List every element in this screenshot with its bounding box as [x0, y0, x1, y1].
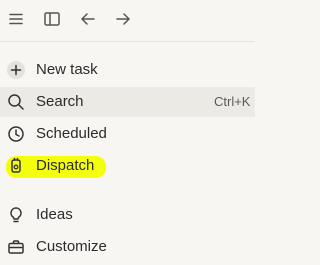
nav-item-dispatch[interactable]: Dispatch [0, 151, 255, 181]
sidebar-panel: New task Search Ctrl+K Scheduled Dispatc… [0, 0, 255, 265]
lightbulb-icon [6, 205, 26, 225]
toolbar-divider [0, 41, 255, 42]
nav-label-scheduled: Scheduled [36, 125, 107, 142]
nav-item-scheduled[interactable]: Scheduled [0, 119, 255, 149]
arrow-right-icon[interactable] [113, 9, 133, 29]
briefcase-icon [6, 237, 26, 257]
sidebar-toggle-icon[interactable] [42, 9, 62, 29]
nav-label-ideas: Ideas [36, 206, 73, 223]
nav-label-new-task: New task [36, 61, 98, 78]
hamburger-menu-icon[interactable] [6, 9, 26, 29]
top-toolbar [0, 0, 255, 40]
nav-label-customize: Customize [36, 238, 107, 255]
nav-item-customize[interactable]: Customize [0, 232, 255, 262]
nav-item-search[interactable]: Search Ctrl+K [0, 87, 255, 117]
nav-item-ideas[interactable]: Ideas [0, 200, 255, 230]
nav-label-dispatch: Dispatch [36, 157, 95, 174]
clock-icon [6, 124, 26, 144]
nav-label-search: Search [36, 93, 84, 110]
arrow-left-icon[interactable] [78, 9, 98, 29]
dispatch-device-icon [6, 156, 26, 176]
search-icon [6, 92, 26, 112]
plus-icon [6, 60, 26, 80]
search-shortcut: Ctrl+K [214, 94, 251, 109]
nav-item-new-task[interactable]: New task [0, 55, 255, 85]
